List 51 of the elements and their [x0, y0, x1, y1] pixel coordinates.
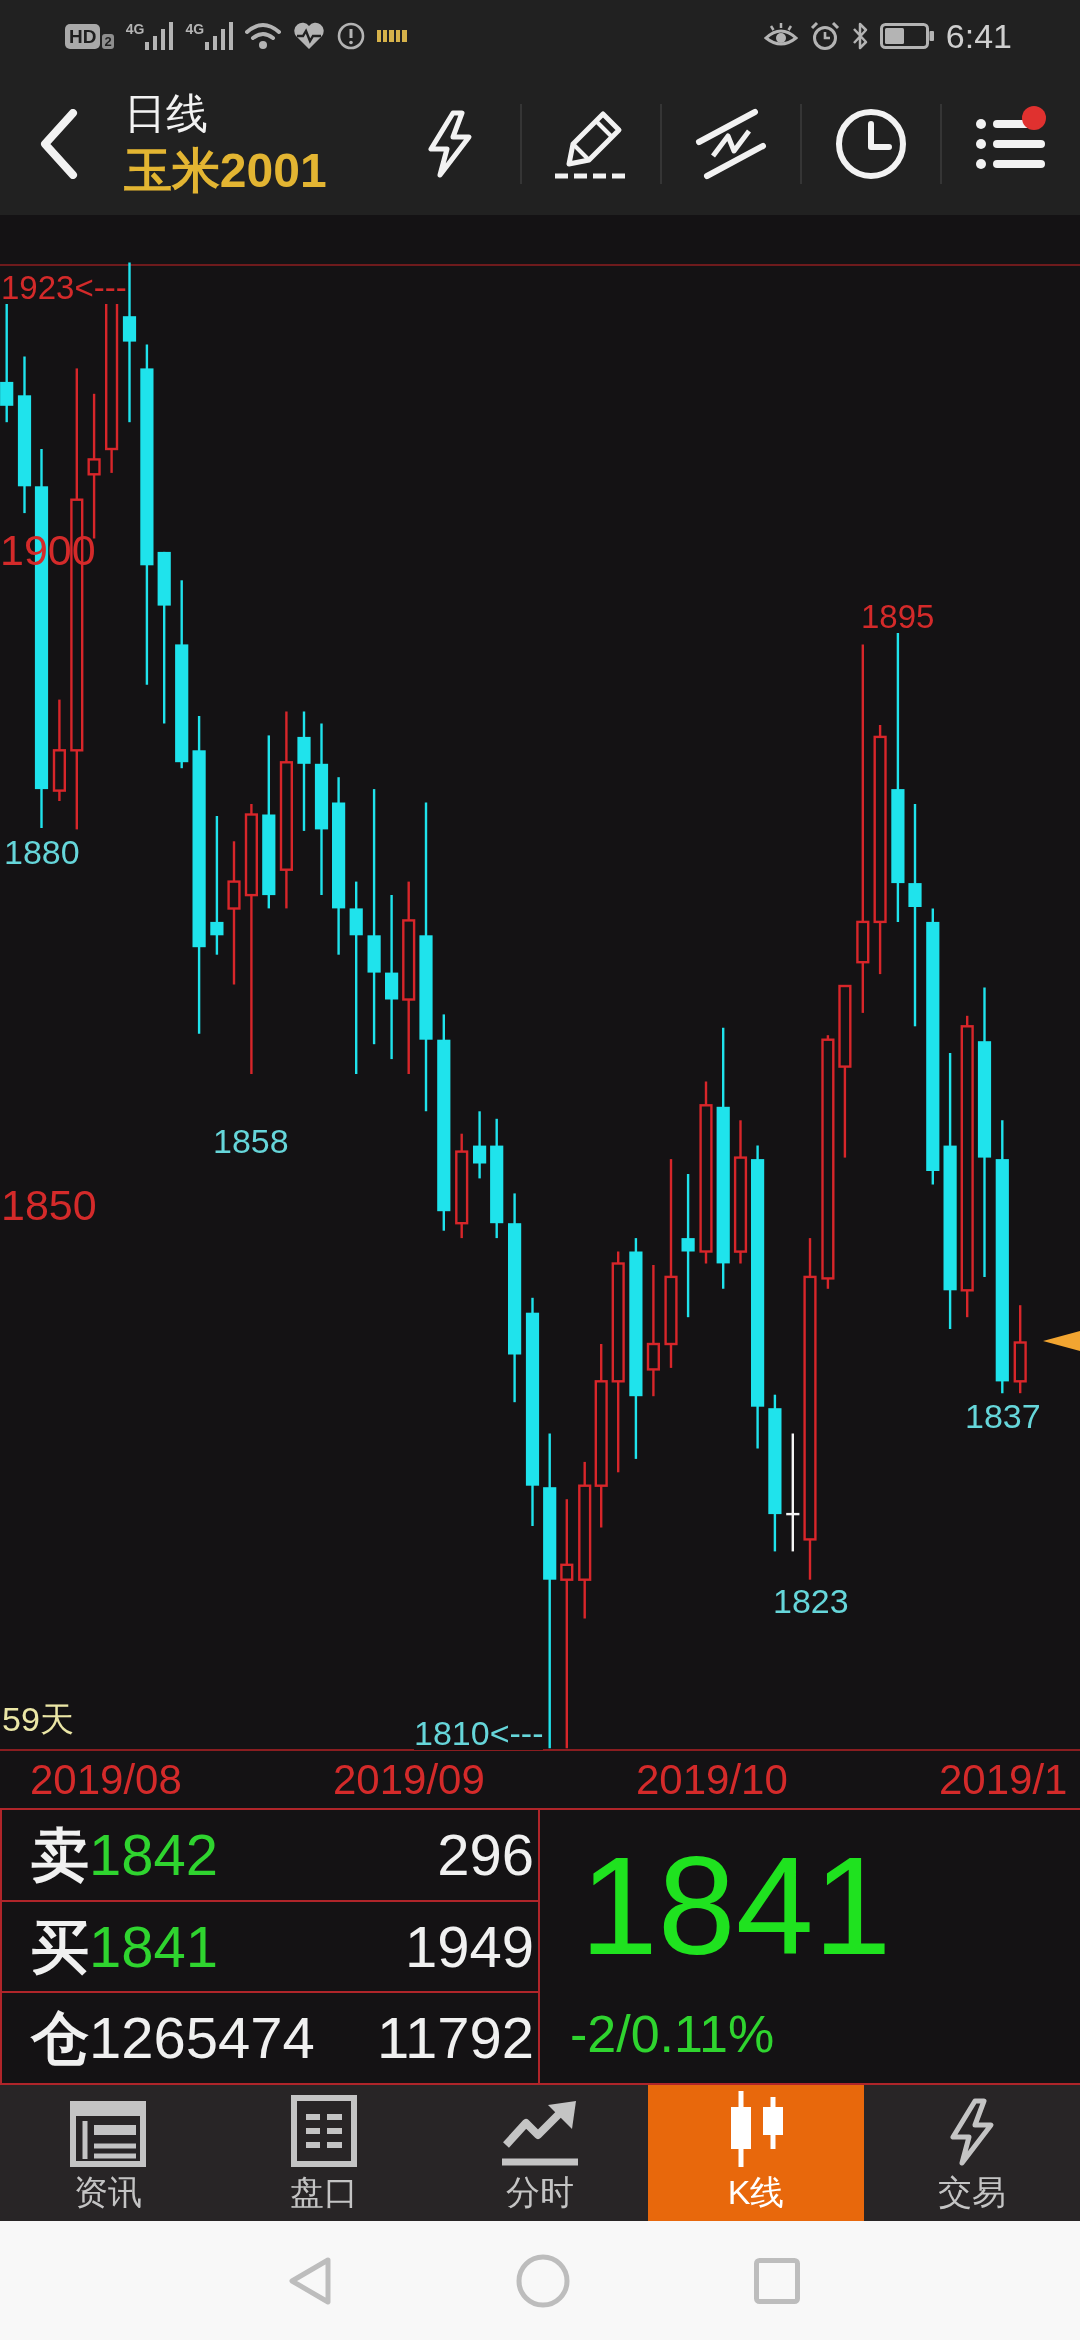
last-price: 1841: [580, 1836, 892, 1976]
newspaper-icon: [70, 2101, 146, 2167]
quote-amount: 11792: [377, 2009, 534, 2068]
heart-rate-icon: [293, 22, 326, 50]
date-axis-label: 2019/08: [30, 1756, 182, 1803]
network-type-label: 4G: [125, 22, 145, 36]
date-axis-label: 2019/1: [939, 1756, 1068, 1803]
solid-candle: [473, 1111, 487, 1179]
date-axis-label: 2019/09: [333, 1756, 485, 1803]
date-axis-label: 2019/10: [636, 1756, 788, 1803]
home-icon: [516, 2253, 570, 2308]
nav-tab[interactable]: 盘口: [216, 2085, 432, 2221]
network-type-label: 4G: [185, 22, 205, 36]
price-pointer-icon: [1043, 1331, 1080, 1351]
clock-button[interactable]: [835, 107, 907, 180]
back-icon: [288, 2255, 332, 2306]
quote-row-label: 仓: [31, 2009, 89, 2068]
nav-tab[interactable]: 交易: [864, 2085, 1080, 2221]
sim-slot-label: 2: [102, 33, 114, 49]
status-time: 6:41: [945, 19, 1012, 53]
chevron-left-icon: [38, 108, 79, 179]
chart-period-label: 日线: [123, 92, 209, 135]
recents-icon: [754, 2257, 800, 2304]
nav-tab[interactable]: 分时: [432, 2085, 648, 2221]
wifi-icon: [245, 22, 282, 50]
lightning-icon: [425, 108, 475, 179]
quote-amount: 1949: [404, 1917, 534, 1976]
signal-bars-icon: [205, 22, 234, 50]
hd-voice-badge: HD: [65, 23, 101, 49]
quote-value: 1265474: [89, 2009, 315, 2068]
lightning-icon: [947, 2097, 997, 2167]
trend-chart-icon: [502, 2101, 578, 2167]
quote-value: 1841: [89, 1917, 219, 1976]
bluetooth-icon: [851, 21, 868, 51]
quote-row-label: 买: [31, 1917, 89, 1976]
signal-bars-icon: [145, 22, 174, 50]
battery-icon: [879, 23, 934, 49]
lightning-button[interactable]: [425, 108, 475, 179]
nav-tab[interactable]: 资讯: [0, 2085, 216, 2221]
clock-icon: [835, 107, 907, 180]
quote-value: 1842: [89, 1825, 219, 1884]
alert-icon: [337, 22, 366, 50]
quote-amount: 296: [437, 1825, 534, 1884]
app-notification-icon: [377, 30, 408, 42]
contract-symbol-label: 玉米2001: [123, 146, 328, 195]
alarm-clock-icon: [809, 21, 840, 51]
quote-row-label: 卖: [31, 1825, 89, 1884]
bar-count-label: 59天: [2, 1702, 74, 1736]
price-change: -2/0.11%: [570, 2008, 775, 2060]
table-document-icon: [291, 2095, 357, 2167]
price-axis-label: 1850: [1, 1183, 97, 1227]
